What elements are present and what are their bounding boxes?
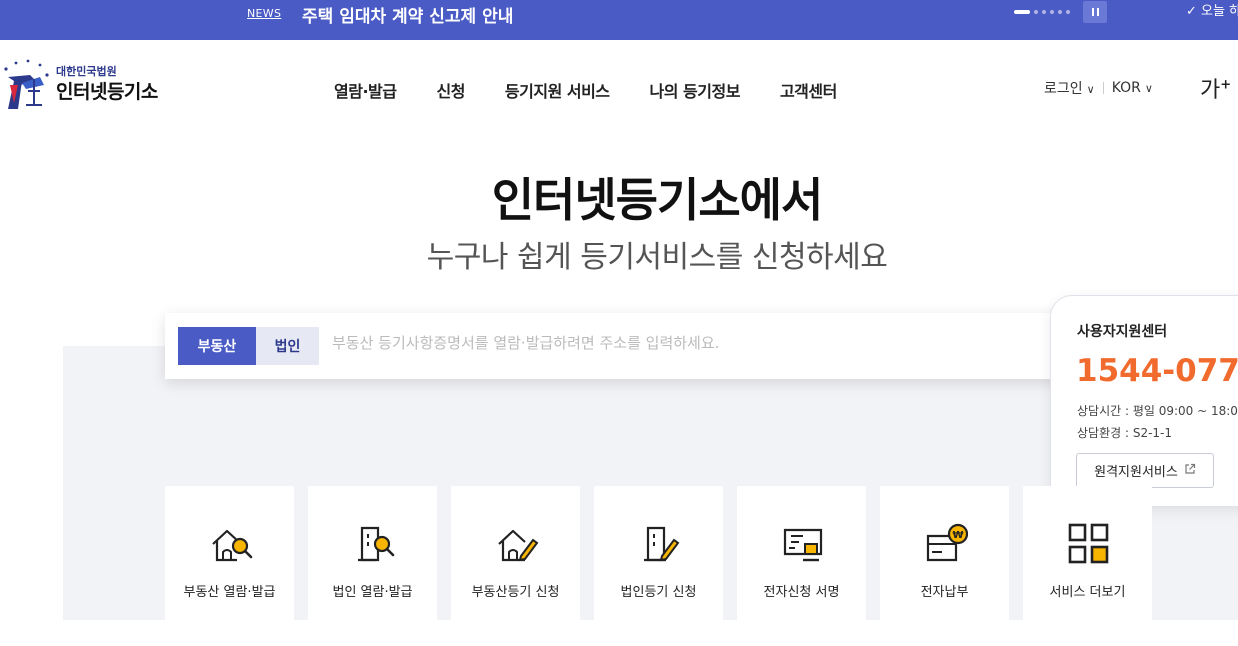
login-label: 로그인 xyxy=(1044,81,1083,97)
quick-menu-label: 법인 열람·발급 xyxy=(332,585,413,600)
e-sign-icon xyxy=(783,528,823,562)
news-page-indicator-active[interactable] xyxy=(1014,10,1030,14)
e-payment-icon: ₩ xyxy=(926,523,968,562)
support-center-card: 사용자지원센터 1544-0770 상담시간 : 평일 09:00 ~ 18:0… xyxy=(1050,295,1238,507)
language-dropdown[interactable]: KOR ∨ xyxy=(1112,80,1153,96)
remote-support-label: 원격지원서비스 xyxy=(1094,465,1178,480)
site-logo[interactable]: 대한민국법원 인터넷등기소 xyxy=(0,55,180,115)
house-search-icon xyxy=(212,529,253,562)
remote-support-button[interactable]: 원격지원서비스 xyxy=(1076,453,1214,488)
utility-menu: 로그인 ∨ KOR ∨ xyxy=(1044,78,1153,98)
address-search-input[interactable] xyxy=(332,334,1092,352)
quick-menu-more[interactable]: 서비스 더보기 xyxy=(1023,486,1152,646)
quick-menu-label: 서비스 더보기 xyxy=(1049,585,1126,600)
news-page-indicator[interactable] xyxy=(1042,10,1046,14)
nav-apply[interactable]: 신청 xyxy=(436,78,465,102)
quick-menu-real-estate-apply[interactable]: 부동산등기 신청 xyxy=(451,486,580,646)
close-today-label: 오늘 하루 xyxy=(1201,4,1238,19)
plus-icon: + xyxy=(1220,77,1232,93)
support-title: 사용자지원센터 xyxy=(1077,324,1168,340)
house-pen-icon xyxy=(498,529,539,562)
tab-real-estate[interactable]: 부동산 xyxy=(178,327,256,365)
quick-menu-label: 전자신청 서명 xyxy=(763,585,840,600)
quick-menu-label: 전자납부 xyxy=(920,585,969,600)
nav-customer-center[interactable]: 고객센터 xyxy=(780,78,837,102)
news-headline-link[interactable]: 주택 임대차 계약 신고제 안내 xyxy=(302,2,513,27)
nav-registry-support[interactable]: 등기지원 서비스 xyxy=(505,78,610,102)
quick-menu-corporation-view[interactable]: 법인 열람·발급 xyxy=(308,486,437,646)
quick-menu-label: 부동산 열람·발급 xyxy=(183,585,276,600)
font-size-button[interactable]: 가+ xyxy=(1200,72,1231,104)
search-tabs: 부동산 법인 xyxy=(178,327,319,365)
chevron-down-icon: ∨ xyxy=(1086,83,1095,96)
external-link-icon xyxy=(1184,463,1196,478)
quick-menu-label: 부동산등기 신청 xyxy=(471,585,560,600)
check-icon: ✓ xyxy=(1186,4,1197,19)
font-size-label: 가 xyxy=(1200,78,1221,103)
chevron-down-icon: ∨ xyxy=(1144,82,1153,95)
quick-menu-e-payment[interactable]: ₩ 전자납부 xyxy=(880,486,1009,646)
support-environment: 상담환경 : S2-1-1 xyxy=(1077,426,1173,440)
quick-menu-e-sign[interactable]: 전자신청 서명 xyxy=(737,486,866,646)
quick-menu-corporation-apply[interactable]: 법인등기 신청 xyxy=(594,486,723,646)
search-box: 부동산 법인 xyxy=(165,313,1125,379)
news-tag: NEWS xyxy=(247,7,282,20)
logo-title: 인터넷등기소 xyxy=(56,81,158,103)
quick-menu: 부동산 열람·발급 법인 열람·발급 부동산등기 신청 법인등기 신청 전자신청… xyxy=(165,486,1152,646)
support-phone: 1544-0770 xyxy=(1076,353,1238,389)
language-label: KOR xyxy=(1111,80,1141,96)
building-search-icon xyxy=(358,526,395,562)
hero-title: 인터넷등기소에서 xyxy=(491,173,824,227)
hero-subtitle: 누구나 쉽게 등기서비스를 신청하세요 xyxy=(426,240,888,275)
quick-menu-real-estate-view[interactable]: 부동산 열람·발급 xyxy=(165,486,294,646)
tab-corporation[interactable]: 법인 xyxy=(256,327,319,365)
news-bar: NEWS 주택 임대차 계약 신고제 안내 ✓ 오늘 하루 xyxy=(0,0,1238,40)
close-today-button[interactable]: ✓ 오늘 하루 xyxy=(1186,0,1238,19)
news-page-indicator[interactable] xyxy=(1058,10,1062,14)
login-dropdown[interactable]: 로그인 ∨ xyxy=(1044,78,1095,98)
court-emblem-icon xyxy=(4,59,49,109)
nav-my-registry[interactable]: 나의 등기정보 xyxy=(650,78,741,102)
pause-button[interactable] xyxy=(1083,1,1107,23)
svg-text:₩: ₩ xyxy=(952,530,963,541)
grid-more-icon xyxy=(1068,523,1109,564)
news-page-indicator[interactable] xyxy=(1050,10,1054,14)
news-page-indicator[interactable] xyxy=(1034,10,1038,14)
support-hours: 상담시간 : 평일 09:00 ~ 18:00 xyxy=(1077,404,1238,418)
quick-menu-label: 법인등기 신청 xyxy=(620,585,697,600)
news-page-indicator[interactable] xyxy=(1066,10,1070,14)
news-pagination[interactable] xyxy=(1014,10,1070,14)
divider xyxy=(1102,82,1104,94)
main-navigation: 열람·발급 신청 등기지원 서비스 나의 등기정보 고객센터 xyxy=(334,78,837,102)
nav-view-issue[interactable]: 열람·발급 xyxy=(334,78,397,102)
building-pen-icon xyxy=(644,526,680,562)
